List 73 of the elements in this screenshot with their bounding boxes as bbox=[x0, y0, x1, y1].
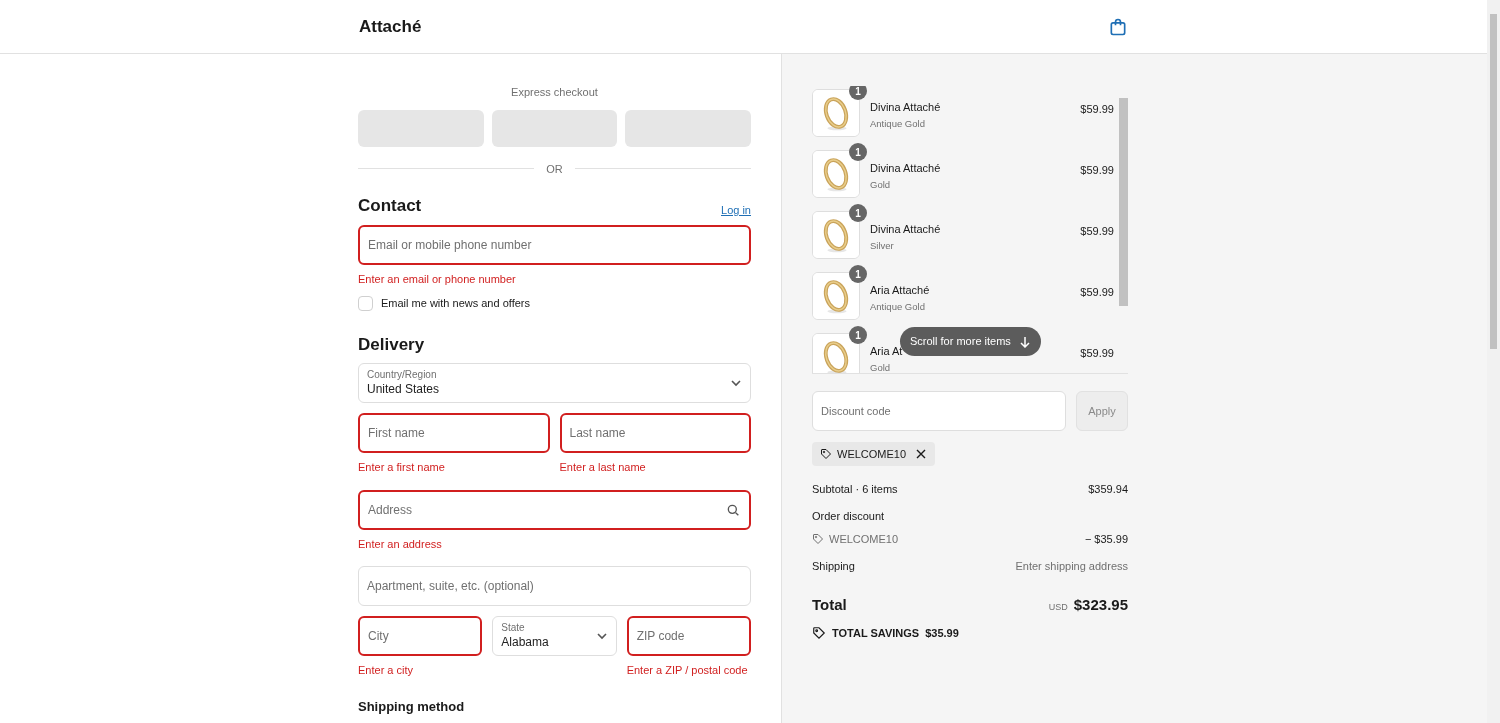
product-name: Divina Attaché bbox=[870, 162, 942, 176]
product-name: Aria Attaché bbox=[870, 284, 931, 298]
scrollbar[interactable] bbox=[1490, 14, 1497, 349]
error-message: Enter an address bbox=[358, 536, 443, 552]
subtotal-label: Subtotal · 6 items bbox=[812, 482, 898, 497]
error-message: Enter an email or phone number bbox=[358, 271, 517, 287]
shopping-bag-icon[interactable] bbox=[1108, 16, 1128, 37]
chevron-down-icon bbox=[595, 630, 608, 642]
scrollbar[interactable] bbox=[1119, 98, 1128, 306]
quantity-badge: 1 bbox=[849, 86, 867, 100]
field-label: State bbox=[501, 622, 526, 635]
quantity-badge: 1 bbox=[849, 326, 867, 344]
product-name: Divina Attaché bbox=[870, 223, 942, 237]
field-label: Country/Region bbox=[367, 369, 438, 382]
input-field[interactable]: Last name bbox=[559, 413, 751, 453]
payment-button[interactable] bbox=[491, 109, 618, 147]
input-field[interactable]: City bbox=[358, 616, 483, 656]
product-price: $59.99 bbox=[1080, 346, 1114, 361]
product-price: $59.99 bbox=[1080, 224, 1114, 239]
product-variant: Antique Gold bbox=[870, 117, 926, 130]
input-field[interactable]: ZIP code bbox=[626, 616, 751, 656]
tag-icon bbox=[812, 625, 826, 640]
section-title: Delivery bbox=[358, 333, 426, 356]
error-message: Enter a city bbox=[358, 663, 415, 678]
product-name: Divina Attaché bbox=[870, 101, 942, 115]
discount-tag-text: WELCOME10 bbox=[837, 446, 907, 462]
subtotal-value: $359.94 bbox=[1088, 482, 1128, 497]
product-price: $59.99 bbox=[1080, 285, 1114, 300]
error-message: Enter a first name bbox=[358, 460, 446, 475]
total-value: $323.95 bbox=[1073, 595, 1128, 615]
or-divider-text: OR bbox=[546, 161, 563, 177]
currency-code: USD bbox=[1048, 601, 1068, 614]
select-field[interactable]: Country/Region United States bbox=[358, 363, 751, 403]
quantity-badge: 1 bbox=[849, 143, 867, 161]
discount-code-field[interactable]: Discount code bbox=[812, 391, 1066, 431]
shipping-label: Shipping bbox=[812, 558, 855, 574]
discount-code-text: WELCOME10 bbox=[829, 532, 899, 547]
input-field[interactable]: First name bbox=[358, 413, 550, 453]
total-label: Total bbox=[812, 595, 847, 615]
input-field[interactable]: Email or mobile phone number bbox=[358, 224, 751, 265]
tag-icon bbox=[812, 533, 824, 546]
quantity-badge: 1 bbox=[849, 204, 867, 222]
discount-amount: − $35.99 bbox=[1084, 532, 1128, 547]
shipping-value: Enter shipping address bbox=[1015, 558, 1128, 574]
product-variant: Silver bbox=[870, 239, 895, 252]
payment-button[interactable] bbox=[625, 109, 751, 147]
login-link[interactable]: Log in bbox=[721, 202, 751, 219]
express-checkout-title: Express checkout bbox=[510, 85, 599, 100]
savings-label: TOTAL SAVINGS bbox=[832, 625, 920, 641]
section-title: Shipping method bbox=[358, 697, 466, 716]
checkbox-label: Email me with news and offers bbox=[381, 296, 530, 311]
close-icon[interactable] bbox=[915, 448, 928, 460]
input-field[interactable]: Address bbox=[358, 489, 751, 530]
discount-label: Order discount bbox=[812, 508, 886, 524]
payment-button[interactable] bbox=[358, 109, 484, 147]
product-variant: Gold bbox=[870, 178, 892, 191]
section-title: Contact bbox=[358, 195, 422, 217]
select-field[interactable]: State Alabama bbox=[492, 616, 617, 656]
product-variant: Gold bbox=[870, 361, 892, 373]
error-message: Enter a ZIP / postal code bbox=[626, 663, 749, 678]
savings-value: $35.99 bbox=[925, 625, 959, 641]
quantity-badge: 1 bbox=[849, 265, 867, 283]
tag-icon bbox=[820, 448, 832, 460]
field-value: Alabama bbox=[501, 634, 549, 650]
arrow-down-icon bbox=[1018, 335, 1031, 348]
error-message: Enter a last name bbox=[559, 460, 647, 475]
chevron-down-icon bbox=[730, 377, 742, 389]
product-price: $59.99 bbox=[1080, 163, 1114, 178]
field-value: United States bbox=[367, 381, 440, 397]
brand-logo[interactable]: Attaché bbox=[359, 16, 422, 36]
product-price: $59.99 bbox=[1080, 102, 1114, 117]
product-variant: Antique Gold bbox=[870, 300, 926, 313]
checkbox[interactable] bbox=[358, 295, 373, 311]
